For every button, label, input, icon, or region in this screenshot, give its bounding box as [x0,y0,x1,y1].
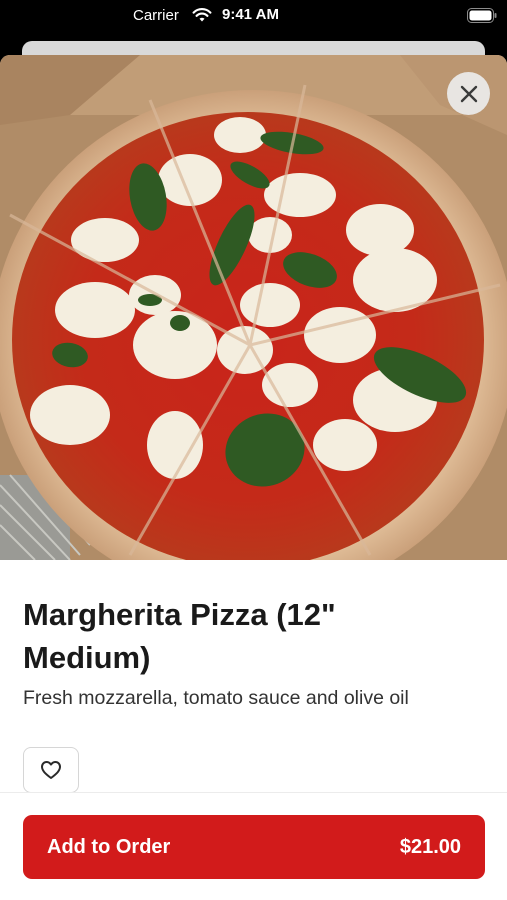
pizza-illustration [0,55,507,560]
add-to-order-button[interactable]: Add to Order $21.00 [23,815,485,879]
item-title: Margherita Pizza (12" Medium) [23,597,336,675]
item-detail-sheet: Margherita Pizza (12" Medium) Fresh mozz… [0,55,507,900]
close-button[interactable] [447,72,490,115]
order-footer: Add to Order $21.00 [0,792,507,900]
close-icon [460,85,477,102]
clock: 9:41 AM [222,6,279,23]
wifi-icon [192,8,212,22]
favorite-button[interactable] [23,747,79,793]
order-price: $21.00 [399,835,461,858]
add-to-order-label: Add to Order [47,835,171,858]
carrier-label: Carrier [133,7,179,24]
item-description: Fresh mozzarella, tomato sauce and olive… [23,687,409,709]
status-bar: Carrier 9:41 AM [0,0,507,34]
battery-icon [467,8,497,23]
pizza-photo [0,55,507,560]
heart-icon [41,761,61,779]
